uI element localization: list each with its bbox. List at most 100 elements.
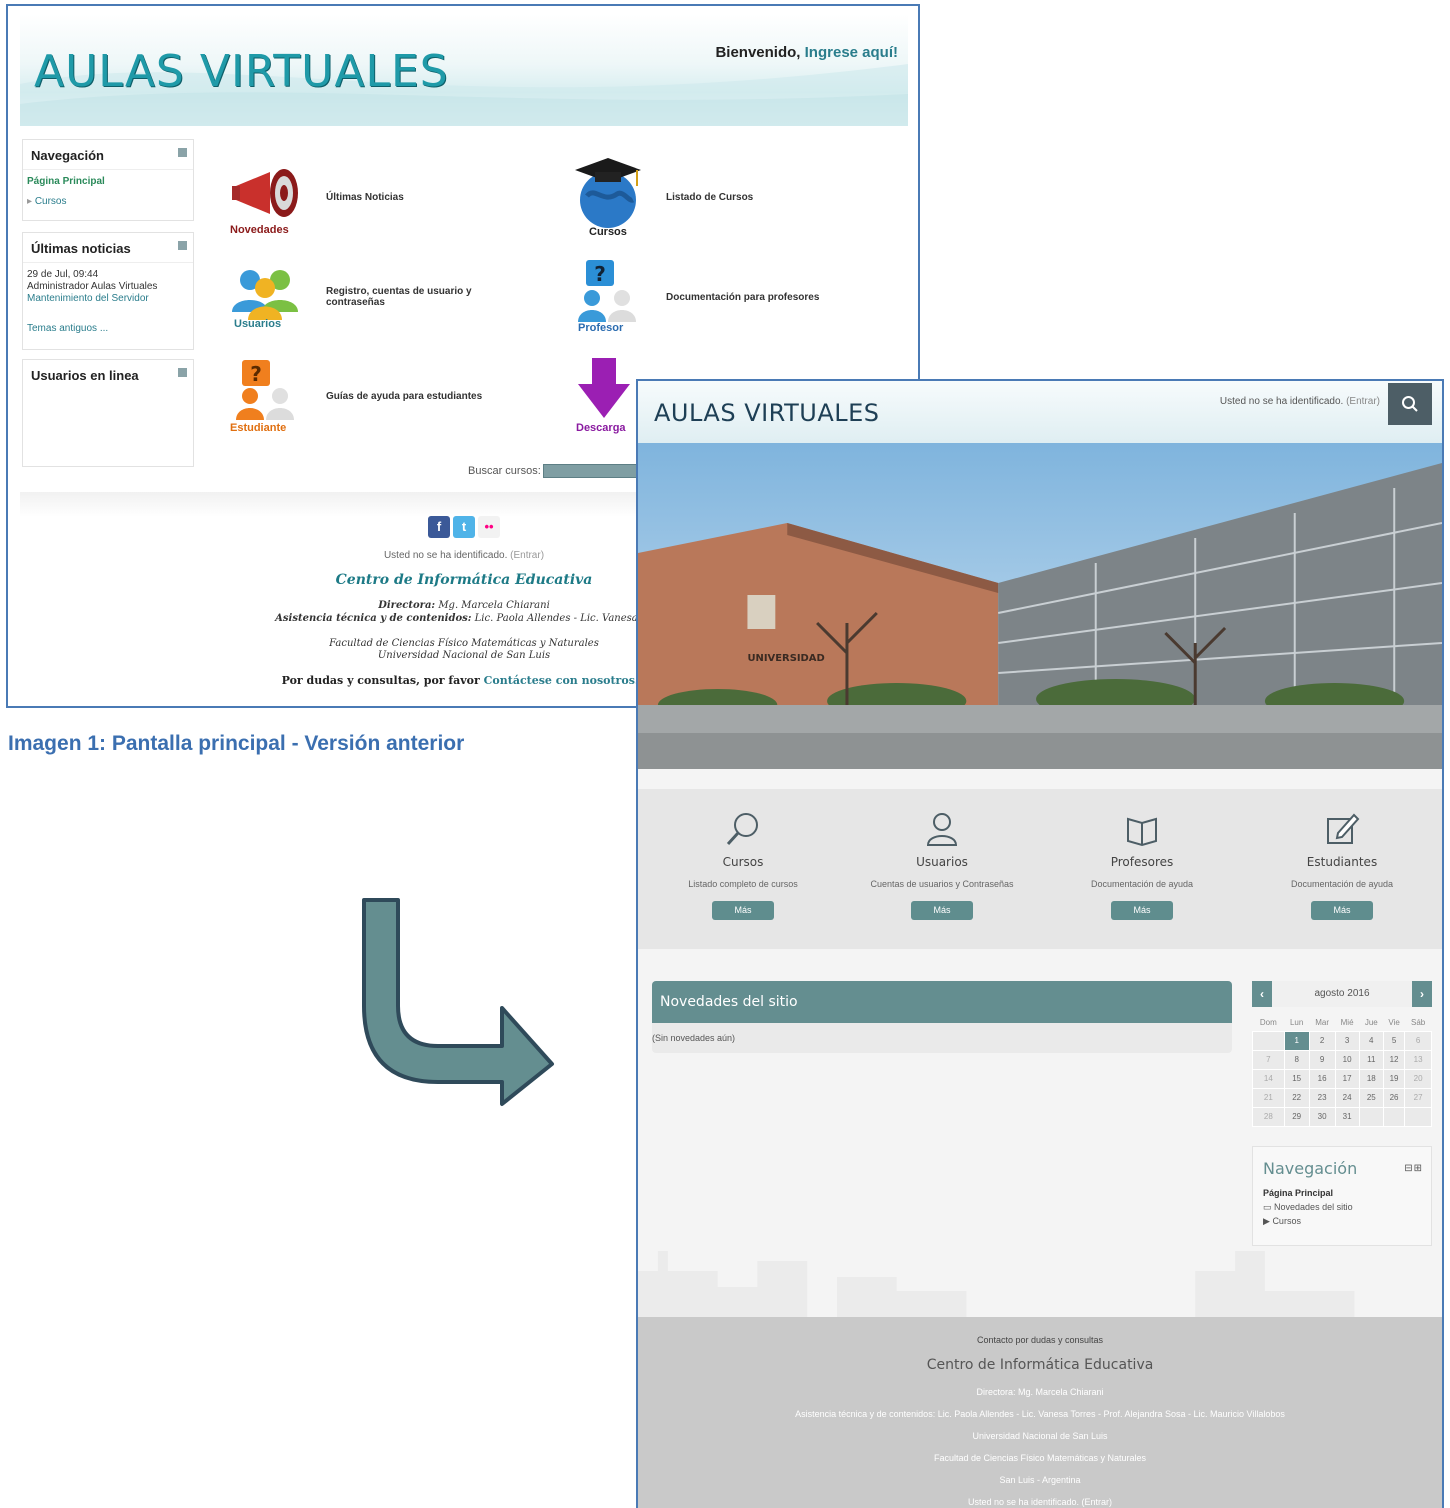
calendar-day[interactable]: 21 — [1252, 1087, 1285, 1108]
footer-faculty: Facultad de Ciencias Físico Matemáticas … — [933, 1453, 1147, 1463]
chevron-right-icon[interactable]: › — [1412, 981, 1432, 1007]
header-search-button[interactable] — [1388, 383, 1432, 425]
chevron-left-icon[interactable]: ‹ — [1252, 981, 1272, 1007]
calendar-day[interactable]: 25 — [1358, 1087, 1384, 1108]
calendar-day[interactable]: 11 — [1358, 1049, 1384, 1070]
block-collapse-icon[interactable] — [178, 241, 187, 250]
feature-title: Estudiantes — [1306, 855, 1378, 869]
new-login-status: Usted no se ha identificado. (Entrar) — [1220, 396, 1380, 407]
facebook-icon[interactable]: f — [428, 516, 450, 538]
calendar-day[interactable]: 8 — [1283, 1049, 1310, 1070]
calendar-day[interactable]: 20 — [1404, 1068, 1432, 1089]
calendar-day[interactable]: 16 — [1308, 1068, 1336, 1089]
footer-university: Universidad Nacional de San Luis — [972, 1431, 1108, 1441]
block-controls-icon[interactable]: ⊟⊞ — [1404, 1163, 1423, 1174]
student-item[interactable]: ? Estudiante — [230, 358, 296, 434]
block-collapse-icon[interactable] — [178, 148, 187, 157]
calendar-day — [1382, 1106, 1406, 1127]
calendar-day[interactable]: 30 — [1308, 1106, 1336, 1127]
download-item[interactable]: Descarga — [574, 358, 634, 434]
item-label: Guías de ayuda para estudiantes — [326, 391, 483, 402]
calendar-day — [1358, 1106, 1384, 1127]
calendar-day[interactable]: 12 — [1382, 1049, 1406, 1070]
calendar-day-header: Dom — [1259, 1018, 1277, 1028]
login-enter-link[interactable]: (Entrar) — [510, 550, 544, 561]
calendar-day[interactable]: 1 — [1283, 1030, 1310, 1051]
calendar-day[interactable]: 29 — [1283, 1106, 1310, 1127]
campus-photo: UNIVERSIDAD — [638, 443, 1442, 769]
calendar-day[interactable]: 6 — [1404, 1030, 1432, 1051]
calendar-day[interactable]: 23 — [1308, 1087, 1336, 1108]
contact-text: Por dudas y consultas, por favor — [281, 674, 480, 687]
skyline-decoration — [638, 1251, 1355, 1317]
calendar-day[interactable]: 24 — [1334, 1087, 1360, 1108]
new-header: AULAS VIRTUALES Usted no se ha identific… — [638, 381, 1442, 443]
more-button[interactable]: Más — [1311, 901, 1373, 920]
footer-center: Centro de Informática Educativa — [926, 1357, 1154, 1373]
svg-text:?: ? — [250, 362, 262, 386]
calendar-week: 123456 — [1252, 1030, 1432, 1051]
feature-desc: Cuentas de usuarios y Contraseñas — [870, 879, 1014, 889]
footer-login[interactable]: Usted no se ha identificado. (Entrar) — [638, 1497, 1442, 1507]
calendar-day[interactable]: 19 — [1382, 1068, 1406, 1089]
calendar-header: ‹ agosto 2016 › — [1252, 981, 1432, 1007]
nav-news-item[interactable]: ▭ Novedades del sitio — [1253, 1200, 1431, 1214]
users-item[interactable]: Usuarios — [230, 268, 300, 330]
calendar-day[interactable]: 9 — [1308, 1049, 1336, 1070]
feature-courses: Cursos Listado completo de cursos Más — [643, 807, 843, 920]
teacher-item[interactable]: ? Profesor — [574, 258, 640, 334]
flickr-icon[interactable]: •• — [478, 516, 500, 538]
old-navigation-block: Navegación Página Principal ▸ Cursos — [22, 139, 194, 221]
calendar-day[interactable]: 13 — [1404, 1049, 1432, 1070]
nav-courses-item[interactable]: ▸ Cursos — [23, 196, 193, 208]
login-status-text: Usted no se ha identificado. — [383, 550, 508, 561]
calendar-week: 14 15 16 17 18 19 20 — [1252, 1068, 1432, 1089]
login-enter-link[interactable]: (Entrar) — [1346, 396, 1380, 407]
older-topics-link[interactable]: Temas antiguos ... — [23, 323, 193, 335]
login-link[interactable]: Ingrese aquí! — [805, 44, 898, 61]
footer-contact[interactable]: Contacto por dudas y consultas — [638, 1335, 1442, 1345]
more-button[interactable]: Más — [1111, 901, 1173, 920]
more-button[interactable]: Más — [712, 901, 774, 920]
new-footer: Contacto por dudas y consultas Centro de… — [638, 1317, 1442, 1508]
assist-label: Asistencia técnica y de contenidos: — [275, 613, 472, 624]
calendar-day[interactable]: 2 — [1308, 1030, 1336, 1051]
more-button[interactable]: Más — [911, 901, 973, 920]
news-link[interactable]: Mantenimiento del Servidor — [23, 293, 193, 305]
calendar-day[interactable]: 17 — [1334, 1068, 1360, 1089]
contact-link[interactable]: Contáctese con nosotros... — [484, 674, 647, 687]
news-item[interactable]: Novedades — [230, 166, 300, 236]
calendar-month: agosto 2016 — [1314, 988, 1370, 999]
nav-home-link[interactable]: Página Principal — [1253, 1186, 1431, 1200]
globe-graduation-icon — [575, 158, 641, 228]
calendar-day[interactable]: 10 — [1334, 1049, 1360, 1070]
courses-item[interactable]: Cursos — [573, 156, 643, 238]
old-logo[interactable]: AULAS VIRTUALES — [34, 46, 449, 97]
search-courses-input[interactable] — [543, 464, 643, 478]
calendar-day[interactable]: 14 — [1252, 1068, 1285, 1089]
item-label: Listado de Cursos — [666, 192, 754, 203]
calendar-day[interactable]: 28 — [1252, 1106, 1285, 1127]
old-header: AULAS VIRTUALES Bienvenido, Ingrese aquí… — [20, 14, 908, 126]
calendar-day[interactable]: 27 — [1404, 1087, 1432, 1108]
new-version-screenshot: AULAS VIRTUALES Usted no se ha identific… — [636, 379, 1444, 1508]
user-icon — [926, 813, 958, 846]
calendar-day[interactable]: 5 — [1382, 1030, 1406, 1051]
new-logo[interactable]: AULAS VIRTUALES — [654, 399, 880, 427]
calendar-day[interactable]: 3 — [1334, 1030, 1360, 1051]
block-collapse-icon[interactable] — [178, 368, 187, 377]
calendar-day[interactable]: 22 — [1283, 1087, 1310, 1108]
nav-courses-item[interactable]: ▶ Cursos — [1253, 1214, 1431, 1228]
calendar-day[interactable]: 4 — [1358, 1030, 1384, 1051]
calendar-day[interactable]: 7 — [1252, 1049, 1285, 1070]
calendar-day[interactable]: 31 — [1334, 1106, 1360, 1127]
calendar-day[interactable]: 18 — [1358, 1068, 1384, 1089]
footer-location: San Luis - Argentina — [999, 1475, 1081, 1485]
calendar-week: 28 29 30 31 — [1252, 1106, 1432, 1127]
news-date: 29 de Jul, 09:44 — [27, 269, 99, 280]
nav-home-link[interactable]: Página Principal — [23, 176, 193, 188]
calendar-day[interactable]: 26 — [1382, 1087, 1406, 1108]
twitter-icon[interactable]: t — [453, 516, 475, 538]
calendar-day[interactable]: 15 — [1283, 1068, 1310, 1089]
calendar-day — [1252, 1030, 1285, 1051]
